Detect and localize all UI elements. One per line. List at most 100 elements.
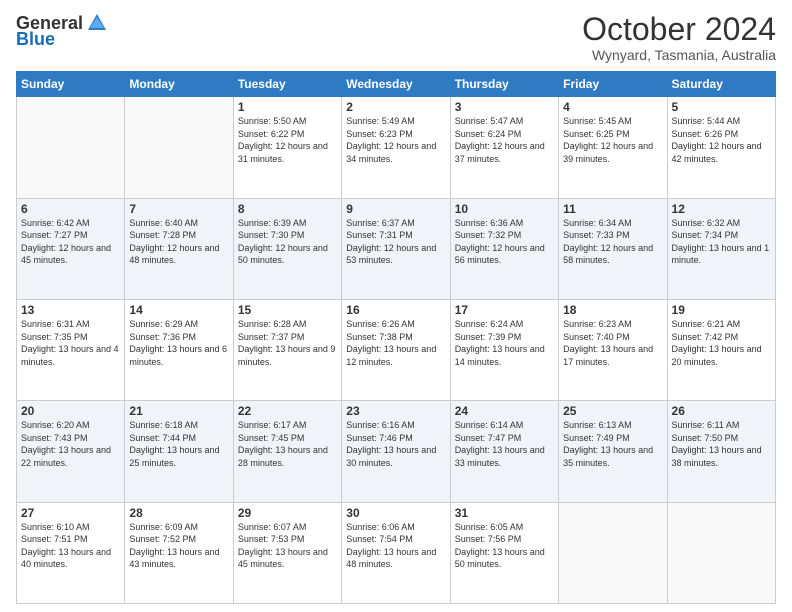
title-area: October 2024 Wynyard, Tasmania, Australi… [582, 12, 776, 63]
day-info: Sunrise: 6:11 AM Sunset: 7:50 PM Dayligh… [672, 419, 771, 469]
calendar-cell: 4Sunrise: 5:45 AM Sunset: 6:25 PM Daylig… [559, 97, 667, 198]
day-info: Sunrise: 6:06 AM Sunset: 7:54 PM Dayligh… [346, 521, 445, 571]
header: General Blue October 2024 Wynyard, Tasma… [16, 12, 776, 63]
day-info: Sunrise: 6:34 AM Sunset: 7:33 PM Dayligh… [563, 217, 662, 267]
calendar-cell: 29Sunrise: 6:07 AM Sunset: 7:53 PM Dayli… [233, 502, 341, 603]
calendar-table: SundayMondayTuesdayWednesdayThursdayFrid… [16, 71, 776, 604]
day-number: 4 [563, 100, 662, 114]
day-number: 6 [21, 202, 120, 216]
calendar-cell: 3Sunrise: 5:47 AM Sunset: 6:24 PM Daylig… [450, 97, 558, 198]
day-info: Sunrise: 6:20 AM Sunset: 7:43 PM Dayligh… [21, 419, 120, 469]
logo: General Blue [16, 12, 108, 48]
calendar-cell: 20Sunrise: 6:20 AM Sunset: 7:43 PM Dayli… [17, 401, 125, 502]
day-number: 18 [563, 303, 662, 317]
calendar-cell: 28Sunrise: 6:09 AM Sunset: 7:52 PM Dayli… [125, 502, 233, 603]
calendar-header-row: SundayMondayTuesdayWednesdayThursdayFrid… [17, 72, 776, 97]
calendar-cell: 6Sunrise: 6:42 AM Sunset: 7:27 PM Daylig… [17, 198, 125, 299]
day-info: Sunrise: 6:05 AM Sunset: 7:56 PM Dayligh… [455, 521, 554, 571]
day-info: Sunrise: 6:10 AM Sunset: 7:51 PM Dayligh… [21, 521, 120, 571]
day-number: 30 [346, 506, 445, 520]
day-number: 9 [346, 202, 445, 216]
calendar-week-row: 13Sunrise: 6:31 AM Sunset: 7:35 PM Dayli… [17, 299, 776, 400]
day-number: 7 [129, 202, 228, 216]
calendar-cell: 16Sunrise: 6:26 AM Sunset: 7:38 PM Dayli… [342, 299, 450, 400]
day-number: 1 [238, 100, 337, 114]
calendar-cell: 21Sunrise: 6:18 AM Sunset: 7:44 PM Dayli… [125, 401, 233, 502]
day-info: Sunrise: 6:09 AM Sunset: 7:52 PM Dayligh… [129, 521, 228, 571]
day-number: 22 [238, 404, 337, 418]
day-number: 23 [346, 404, 445, 418]
day-number: 26 [672, 404, 771, 418]
day-info: Sunrise: 5:47 AM Sunset: 6:24 PM Dayligh… [455, 115, 554, 165]
calendar-cell: 14Sunrise: 6:29 AM Sunset: 7:36 PM Dayli… [125, 299, 233, 400]
calendar-week-row: 27Sunrise: 6:10 AM Sunset: 7:51 PM Dayli… [17, 502, 776, 603]
day-info: Sunrise: 5:45 AM Sunset: 6:25 PM Dayligh… [563, 115, 662, 165]
day-number: 5 [672, 100, 771, 114]
weekday-header-wednesday: Wednesday [342, 72, 450, 97]
calendar-cell: 22Sunrise: 6:17 AM Sunset: 7:45 PM Dayli… [233, 401, 341, 502]
day-number: 13 [21, 303, 120, 317]
calendar-week-row: 1Sunrise: 5:50 AM Sunset: 6:22 PM Daylig… [17, 97, 776, 198]
day-info: Sunrise: 5:44 AM Sunset: 6:26 PM Dayligh… [672, 115, 771, 165]
calendar-cell [17, 97, 125, 198]
day-info: Sunrise: 6:29 AM Sunset: 7:36 PM Dayligh… [129, 318, 228, 368]
calendar-cell [667, 502, 775, 603]
calendar-cell: 12Sunrise: 6:32 AM Sunset: 7:34 PM Dayli… [667, 198, 775, 299]
day-info: Sunrise: 6:17 AM Sunset: 7:45 PM Dayligh… [238, 419, 337, 469]
calendar-cell: 15Sunrise: 6:28 AM Sunset: 7:37 PM Dayli… [233, 299, 341, 400]
day-number: 21 [129, 404, 228, 418]
day-number: 8 [238, 202, 337, 216]
calendar-cell: 25Sunrise: 6:13 AM Sunset: 7:49 PM Dayli… [559, 401, 667, 502]
calendar-cell: 7Sunrise: 6:40 AM Sunset: 7:28 PM Daylig… [125, 198, 233, 299]
weekday-header-sunday: Sunday [17, 72, 125, 97]
day-info: Sunrise: 6:18 AM Sunset: 7:44 PM Dayligh… [129, 419, 228, 469]
calendar-cell: 10Sunrise: 6:36 AM Sunset: 7:32 PM Dayli… [450, 198, 558, 299]
calendar-cell [125, 97, 233, 198]
weekday-header-friday: Friday [559, 72, 667, 97]
day-info: Sunrise: 6:14 AM Sunset: 7:47 PM Dayligh… [455, 419, 554, 469]
weekday-header-monday: Monday [125, 72, 233, 97]
calendar-cell: 2Sunrise: 5:49 AM Sunset: 6:23 PM Daylig… [342, 97, 450, 198]
calendar-cell: 18Sunrise: 6:23 AM Sunset: 7:40 PM Dayli… [559, 299, 667, 400]
day-number: 16 [346, 303, 445, 317]
day-number: 10 [455, 202, 554, 216]
page: General Blue October 2024 Wynyard, Tasma… [0, 0, 792, 612]
day-number: 31 [455, 506, 554, 520]
calendar-cell: 13Sunrise: 6:31 AM Sunset: 7:35 PM Dayli… [17, 299, 125, 400]
day-info: Sunrise: 6:16 AM Sunset: 7:46 PM Dayligh… [346, 419, 445, 469]
calendar-week-row: 20Sunrise: 6:20 AM Sunset: 7:43 PM Dayli… [17, 401, 776, 502]
day-number: 17 [455, 303, 554, 317]
weekday-header-saturday: Saturday [667, 72, 775, 97]
calendar-cell: 19Sunrise: 6:21 AM Sunset: 7:42 PM Dayli… [667, 299, 775, 400]
day-info: Sunrise: 6:26 AM Sunset: 7:38 PM Dayligh… [346, 318, 445, 368]
day-number: 20 [21, 404, 120, 418]
day-info: Sunrise: 6:21 AM Sunset: 7:42 PM Dayligh… [672, 318, 771, 368]
day-number: 11 [563, 202, 662, 216]
day-info: Sunrise: 6:13 AM Sunset: 7:49 PM Dayligh… [563, 419, 662, 469]
calendar-cell: 5Sunrise: 5:44 AM Sunset: 6:26 PM Daylig… [667, 97, 775, 198]
day-info: Sunrise: 5:50 AM Sunset: 6:22 PM Dayligh… [238, 115, 337, 165]
day-number: 3 [455, 100, 554, 114]
location: Wynyard, Tasmania, Australia [582, 47, 776, 63]
calendar-cell: 9Sunrise: 6:37 AM Sunset: 7:31 PM Daylig… [342, 198, 450, 299]
calendar-cell: 23Sunrise: 6:16 AM Sunset: 7:46 PM Dayli… [342, 401, 450, 502]
day-number: 24 [455, 404, 554, 418]
day-info: Sunrise: 6:24 AM Sunset: 7:39 PM Dayligh… [455, 318, 554, 368]
day-number: 2 [346, 100, 445, 114]
day-number: 25 [563, 404, 662, 418]
day-number: 29 [238, 506, 337, 520]
day-info: Sunrise: 6:28 AM Sunset: 7:37 PM Dayligh… [238, 318, 337, 368]
calendar-cell: 31Sunrise: 6:05 AM Sunset: 7:56 PM Dayli… [450, 502, 558, 603]
day-info: Sunrise: 6:23 AM Sunset: 7:40 PM Dayligh… [563, 318, 662, 368]
calendar-cell: 26Sunrise: 6:11 AM Sunset: 7:50 PM Dayli… [667, 401, 775, 502]
day-number: 19 [672, 303, 771, 317]
day-number: 14 [129, 303, 228, 317]
day-info: Sunrise: 6:37 AM Sunset: 7:31 PM Dayligh… [346, 217, 445, 267]
day-info: Sunrise: 6:42 AM Sunset: 7:27 PM Dayligh… [21, 217, 120, 267]
day-number: 15 [238, 303, 337, 317]
day-number: 27 [21, 506, 120, 520]
weekday-header-thursday: Thursday [450, 72, 558, 97]
day-number: 12 [672, 202, 771, 216]
day-info: Sunrise: 6:07 AM Sunset: 7:53 PM Dayligh… [238, 521, 337, 571]
day-info: Sunrise: 6:39 AM Sunset: 7:30 PM Dayligh… [238, 217, 337, 267]
